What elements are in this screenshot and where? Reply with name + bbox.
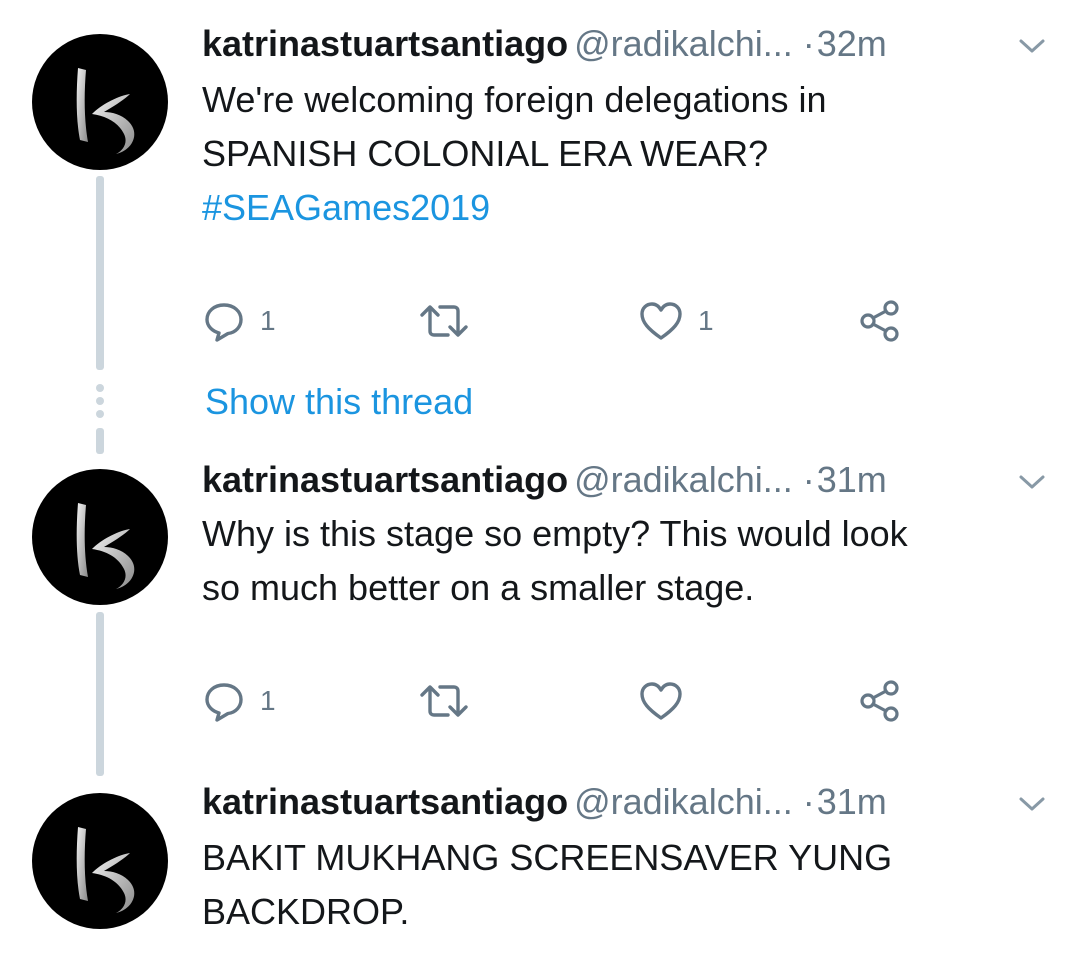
avatar-logo-icon bbox=[76, 827, 135, 913]
tweet-text-line: BAKIT MUKHANG SCREENSAVER YUNG bbox=[202, 837, 893, 878]
timestamp[interactable]: 31m bbox=[817, 459, 887, 500]
thread-gap-dot bbox=[96, 410, 104, 418]
retweet-icon bbox=[420, 685, 468, 717]
tweet-header: katrinastuartsantiago @radikalchi... ·31m bbox=[202, 458, 887, 502]
tweet-actions: 1 bbox=[202, 676, 1022, 726]
reply-count: 1 bbox=[260, 685, 276, 716]
user-handle[interactable]: @radikalchi... bbox=[574, 781, 793, 822]
share-button[interactable] bbox=[858, 676, 902, 726]
tweet[interactable]: katrinastuartsantiago @radikalchi... ·31m … bbox=[0, 440, 1077, 780]
tweet-header: katrinastuartsantiago @radikalchi... ·32m bbox=[202, 22, 887, 66]
tweet-text-line: Why is this stage so empty? This would l… bbox=[202, 513, 908, 554]
reply-button[interactable]: 1 bbox=[202, 676, 276, 726]
tweet-text: Why is this stage so empty? This would l… bbox=[202, 507, 1042, 615]
chevron-down-icon[interactable] bbox=[1017, 794, 1047, 814]
avatar[interactable] bbox=[32, 793, 168, 929]
tweet-text-line: SPANISH COLONIAL ERA WEAR? bbox=[202, 133, 769, 174]
display-name[interactable]: katrinastuartsantiago bbox=[202, 781, 568, 822]
hashtag-link[interactable]: #SEAGames2019 bbox=[202, 181, 1042, 235]
reply-count: 1 bbox=[260, 305, 276, 336]
tweet-text-line: BACKDROP. bbox=[202, 891, 410, 932]
share-icon bbox=[860, 680, 899, 722]
chevron-down-icon[interactable] bbox=[1017, 36, 1047, 56]
tweet[interactable]: katrinastuartsantiago @radikalchi... ·31m … bbox=[0, 760, 1077, 977]
user-handle[interactable]: @radikalchi... bbox=[574, 459, 793, 500]
avatar[interactable] bbox=[32, 34, 168, 170]
avatar-logo-icon bbox=[76, 68, 135, 154]
heart-icon bbox=[640, 682, 682, 720]
retweet-button[interactable] bbox=[418, 676, 484, 726]
tweet-text: We're welcoming foreign delegations in S… bbox=[202, 73, 1042, 235]
tweet-header: katrinastuartsantiago @radikalchi... ·31m bbox=[202, 780, 887, 824]
heart-icon bbox=[640, 302, 682, 340]
user-handle[interactable]: @radikalchi... bbox=[574, 23, 793, 64]
tweet-text-line: so much better on a smaller stage. bbox=[202, 567, 755, 608]
like-button[interactable] bbox=[638, 676, 698, 726]
timestamp[interactable]: 32m bbox=[817, 23, 887, 64]
tweet-actions: 1 1 bbox=[202, 296, 1022, 346]
reply-button[interactable]: 1 bbox=[202, 296, 276, 346]
separator-dot: · bbox=[802, 23, 815, 64]
separator-dot: · bbox=[802, 459, 815, 500]
separator-dot: · bbox=[802, 781, 815, 822]
share-button[interactable] bbox=[858, 296, 902, 346]
like-button[interactable]: 1 bbox=[638, 296, 714, 346]
reply-icon bbox=[205, 683, 243, 722]
tweet-text-line: We're welcoming foreign delegations in bbox=[202, 79, 827, 120]
timestamp[interactable]: 31m bbox=[817, 781, 887, 822]
tweet[interactable]: katrinastuartsantiago @radikalchi... ·32m … bbox=[0, 0, 1077, 370]
avatar[interactable] bbox=[32, 469, 168, 605]
retweet-icon bbox=[420, 305, 468, 337]
reply-icon bbox=[205, 303, 243, 342]
show-thread-link[interactable]: Show this thread bbox=[205, 378, 473, 426]
like-count: 1 bbox=[698, 305, 714, 336]
thread-gap-dot bbox=[96, 397, 104, 405]
display-name[interactable]: katrinastuartsantiago bbox=[202, 23, 568, 64]
tweet-text: BAKIT MUKHANG SCREENSAVER YUNG BACKDROP. bbox=[202, 831, 1042, 939]
share-icon bbox=[860, 300, 899, 342]
chevron-down-icon[interactable] bbox=[1017, 472, 1047, 492]
display-name[interactable]: katrinastuartsantiago bbox=[202, 459, 568, 500]
avatar-logo-icon bbox=[76, 503, 135, 589]
thread-gap-dot bbox=[96, 384, 104, 392]
retweet-button[interactable] bbox=[418, 296, 484, 346]
